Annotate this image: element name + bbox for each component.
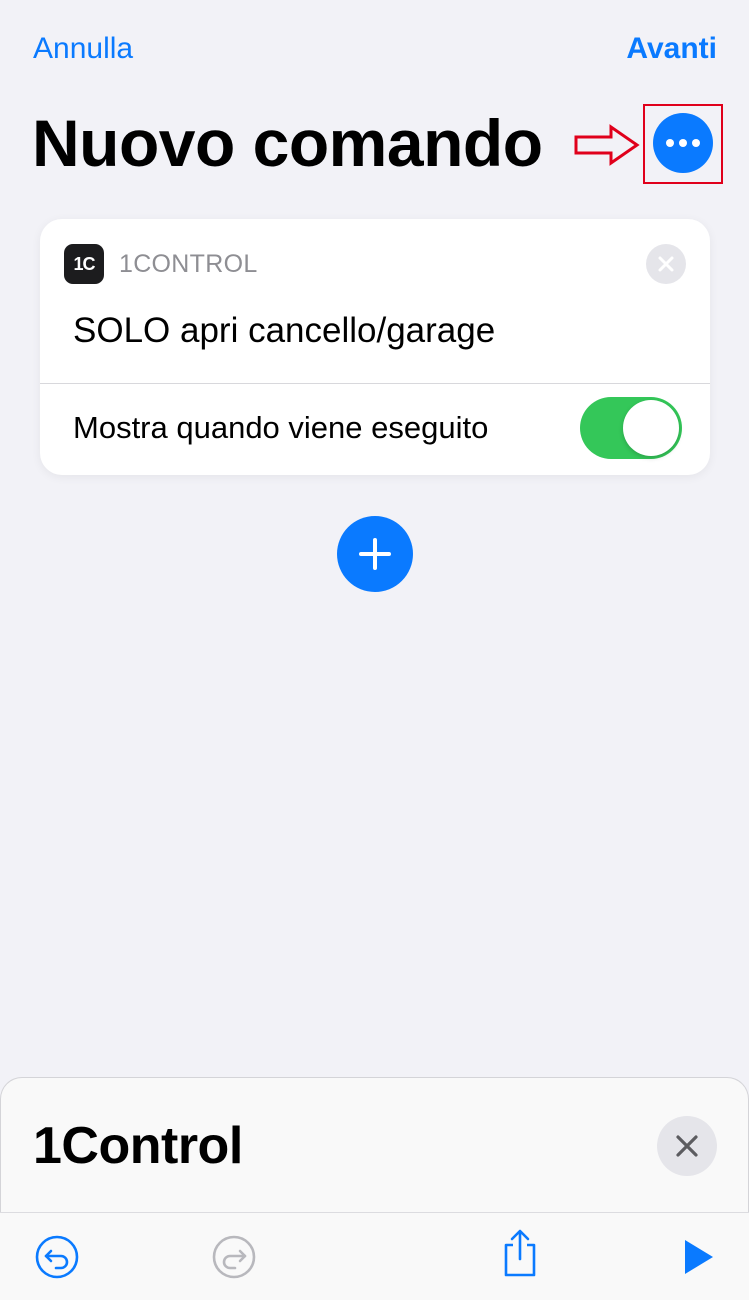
- close-icon: [676, 1135, 698, 1157]
- page-title: Nuovo comando: [32, 106, 543, 180]
- add-action-button[interactable]: [337, 516, 413, 592]
- ellipsis-dot: [692, 139, 700, 147]
- redo-button[interactable]: [210, 1233, 258, 1281]
- bottom-toolbar: [0, 1212, 749, 1300]
- play-icon: [685, 1240, 713, 1274]
- right-arrow-outline-icon: [574, 124, 640, 166]
- remove-action-button[interactable]: [646, 244, 686, 284]
- close-icon: [658, 256, 674, 272]
- sheet-title: 1Control: [33, 1117, 243, 1175]
- redo-icon: [212, 1235, 256, 1279]
- plus-icon: [359, 538, 391, 570]
- more-options-button[interactable]: [653, 113, 713, 173]
- app-logo: 1C: [64, 244, 104, 284]
- sheet-close-button[interactable]: [657, 1116, 717, 1176]
- next-button[interactable]: Avanti: [626, 32, 717, 66]
- cancel-button[interactable]: Annulla: [33, 32, 133, 66]
- action-title[interactable]: SOLO apri cancello/garage: [73, 311, 495, 351]
- action-card[interactable]: 1C 1CONTROL SOLO apri cancello/garage Mo…: [40, 219, 710, 475]
- toggle-knob: [623, 400, 679, 456]
- show-when-run-label: Mostra quando viene eseguito: [73, 410, 489, 445]
- undo-button[interactable]: [33, 1233, 81, 1281]
- divider: [40, 383, 710, 384]
- share-button[interactable]: [496, 1229, 544, 1277]
- app-name: 1CONTROL: [119, 250, 258, 278]
- run-button[interactable]: [673, 1233, 721, 1281]
- ellipsis-icon: [666, 139, 674, 147]
- undo-icon: [35, 1235, 79, 1279]
- app-logo-text: 1C: [73, 253, 95, 274]
- ellipsis-dot: [679, 139, 687, 147]
- show-when-run-toggle[interactable]: [580, 397, 682, 459]
- share-icon: [504, 1229, 536, 1277]
